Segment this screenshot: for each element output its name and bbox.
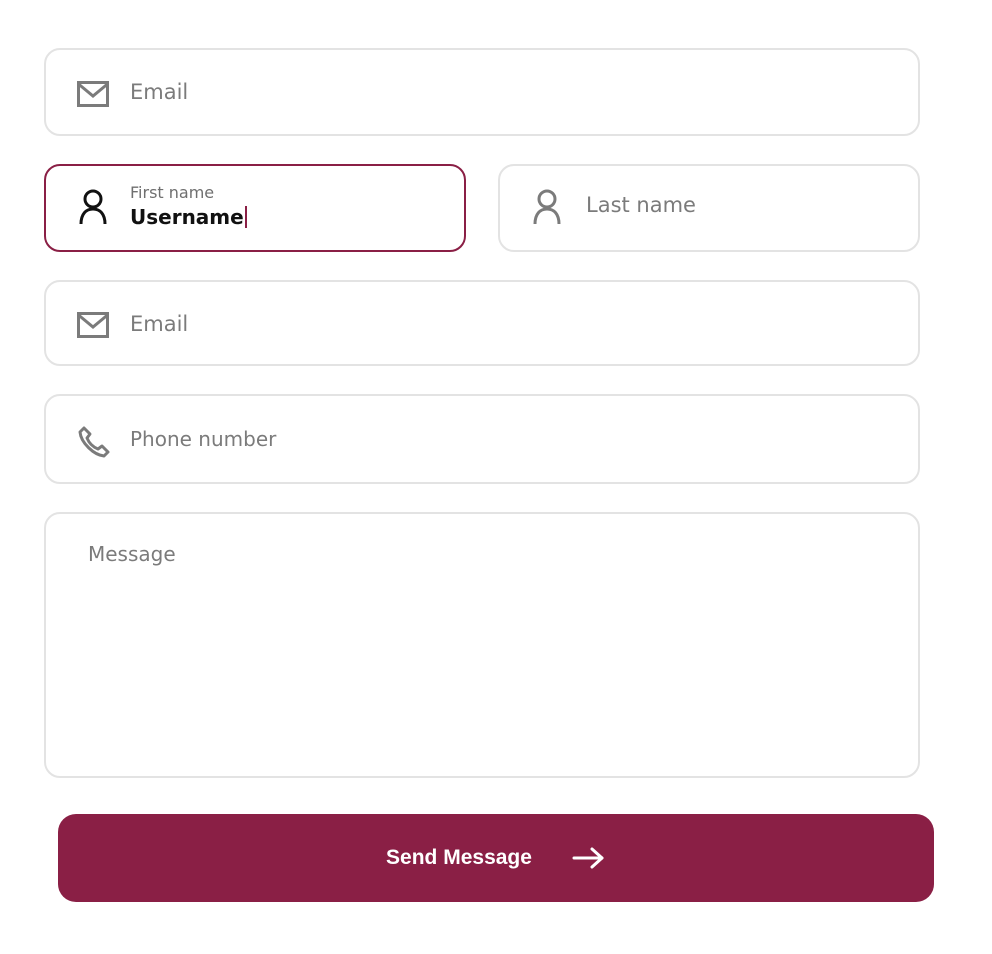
arrow-right-icon [572, 847, 604, 869]
last-name-placeholder: Last name [586, 193, 696, 217]
first-name-field[interactable]: First name Username [44, 164, 466, 252]
message-field[interactable]: Message [44, 512, 920, 778]
phone-field[interactable]: Phone number [44, 394, 920, 484]
send-message-button[interactable]: Send Message [58, 814, 934, 902]
first-name-value: Username [130, 205, 244, 229]
email-top-field[interactable]: Email [44, 48, 920, 136]
text-cursor [244, 206, 247, 228]
phone-placeholder: Phone number [130, 427, 277, 451]
send-message-label: Send Message [386, 846, 532, 869]
contact-form: Email First name Username Last name Emai… [0, 0, 992, 954]
mail-icon [77, 81, 109, 107]
email-placeholder: Email [130, 312, 189, 336]
phone-icon [78, 426, 110, 458]
user-icon [79, 189, 107, 225]
message-placeholder: Message [88, 542, 176, 566]
email-top-placeholder: Email [130, 80, 189, 104]
last-name-field[interactable]: Last name [498, 164, 920, 252]
email-field[interactable]: Email [44, 280, 920, 366]
mail-icon [77, 312, 109, 338]
user-icon [533, 189, 561, 225]
first-name-value-wrap: Username [130, 205, 247, 229]
first-name-label: First name [130, 183, 215, 202]
